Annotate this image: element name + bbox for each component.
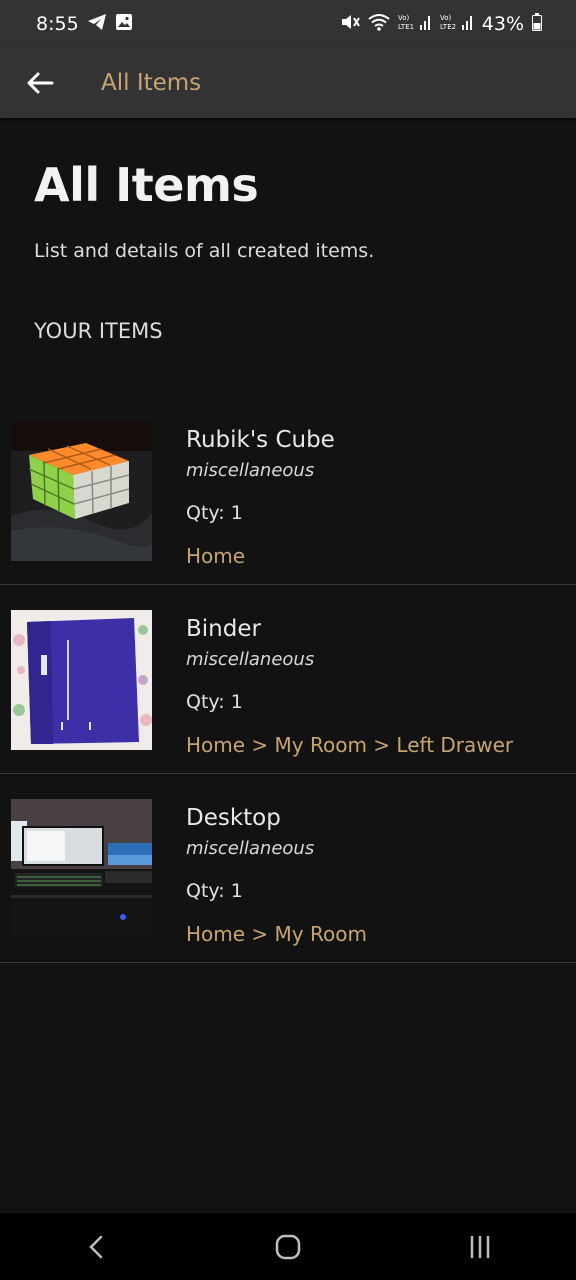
list-item[interactable]: Binder miscellaneous Qty: 1 Home > My Ro… [0, 585, 576, 774]
item-info: Binder miscellaneous Qty: 1 Home > My Ro… [186, 585, 513, 758]
item-thumbnail-binder [11, 610, 152, 750]
item-location: Home > My Room [186, 922, 367, 946]
item-info: Rubik's Cube miscellaneous Qty: 1 Home [186, 396, 335, 569]
nav-recents-button[interactable] [450, 1217, 510, 1277]
home-nav-icon [275, 1234, 301, 1259]
back-button[interactable] [20, 63, 60, 103]
page-title: All Items [34, 158, 259, 212]
svg-text:LTE2: LTE2 [440, 23, 456, 31]
app-bar: All Items [0, 48, 576, 118]
item-name: Binder [186, 616, 261, 642]
gallery-icon [115, 13, 133, 36]
item-category: miscellaneous [186, 838, 315, 859]
item-location: Home > My Room > Left Drawer [186, 733, 514, 757]
status-time: 8:55 [36, 13, 79, 35]
item-thumbnail-desktop [11, 799, 152, 939]
battery-percent: 43% [481, 13, 524, 35]
item-category: miscellaneous [186, 460, 315, 481]
list-item[interactable]: Desktop miscellaneous Qty: 1 Home > My R… [0, 774, 576, 963]
lte1-signal-icon: Vo) LTE1 [398, 12, 432, 37]
status-bar: 8:55 Vo) LTE1 Vo) LTE2 43% [0, 0, 576, 48]
list-item[interactable]: Rubik's Cube miscellaneous Qty: 1 Home [0, 396, 576, 585]
item-category: miscellaneous [186, 649, 315, 670]
item-thumbnail-rubiks-cube [11, 421, 152, 561]
svg-text:Vo): Vo) [398, 14, 410, 22]
item-name: Desktop [186, 805, 281, 831]
nav-home-button[interactable] [258, 1217, 318, 1277]
system-nav-bar [0, 1213, 576, 1280]
item-info: Desktop miscellaneous Qty: 1 Home > My R… [186, 774, 367, 947]
wifi-icon [368, 13, 390, 36]
section-heading: YOUR ITEMS [34, 319, 163, 343]
item-qty: Qty: 1 [186, 880, 243, 902]
svg-text:LTE1: LTE1 [398, 23, 414, 31]
svg-text:Vo): Vo) [440, 14, 452, 22]
app-bar-title: All Items [101, 70, 202, 96]
telegram-icon [87, 13, 107, 36]
back-arrow-icon [27, 72, 54, 94]
items-list: Rubik's Cube miscellaneous Qty: 1 Home B… [0, 396, 576, 963]
nav-back-button[interactable] [66, 1217, 126, 1277]
status-right: Vo) LTE1 Vo) LTE2 43% [340, 12, 542, 37]
page-subtitle: List and details of all created items. [34, 240, 375, 262]
status-left: 8:55 [36, 13, 133, 36]
back-nav-icon [89, 1235, 103, 1258]
mute-icon [340, 13, 360, 36]
battery-icon [532, 12, 542, 36]
recents-nav-icon [470, 1235, 490, 1258]
item-qty: Qty: 1 [186, 502, 243, 524]
item-qty: Qty: 1 [186, 691, 243, 713]
item-name: Rubik's Cube [186, 427, 335, 453]
item-location: Home [186, 544, 246, 568]
lte2-signal-icon: Vo) LTE2 [440, 12, 474, 37]
